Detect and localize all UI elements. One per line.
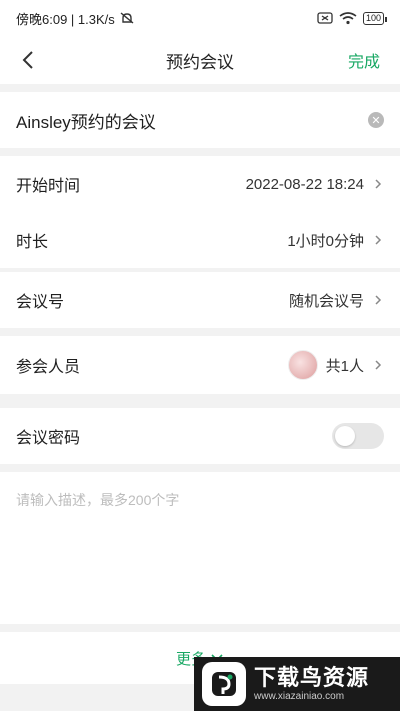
status-bar: 傍晚6:09 | 1.3K/s 100: [0, 0, 400, 36]
sim-x-icon: [317, 12, 333, 24]
duration-value: 1小时0分钟: [287, 232, 364, 250]
time-section: 开始时间 2022-08-22 18:24 时长 1小时0分钟: [0, 156, 400, 268]
meeting-id-value-wrap: 随机会议号: [289, 290, 384, 311]
password-section: 会议密码: [0, 408, 400, 464]
participants-count: 共1人: [325, 357, 364, 375]
start-time-row[interactable]: 开始时间 2022-08-22 18:24: [0, 156, 400, 212]
battery-icon: 100: [362, 11, 388, 25]
status-left: 傍晚6:09 | 1.3K/s: [16, 9, 135, 28]
start-time-value-wrap: 2022-08-22 18:24: [246, 176, 384, 193]
page-title: 预约会议: [166, 52, 234, 72]
chevron-right-icon: [375, 235, 382, 245]
meeting-name-section: Ainsley预约的会议 ✕: [0, 92, 400, 148]
meeting-id-label: 会议号: [16, 294, 65, 311]
wifi-icon: [339, 11, 357, 24]
meeting-id-section: 会议号 随机会议号: [0, 272, 400, 328]
password-row: 会议密码: [0, 408, 400, 464]
alarm-off-icon: [120, 12, 134, 24]
password-label: 会议密码: [16, 430, 81, 447]
start-time-value: 2022-08-22 18:24: [245, 175, 364, 193]
participants-label: 参会人员: [16, 359, 81, 376]
description-placeholder: 请输入描述，最多200个字: [16, 492, 180, 508]
start-time-label: 开始时间: [16, 178, 81, 195]
chevron-left-icon: [22, 51, 33, 69]
meeting-id-row[interactable]: 会议号 随机会议号: [0, 272, 400, 328]
participants-section: 参会人员 共1人: [0, 336, 400, 394]
toggle-knob: [335, 426, 355, 446]
meeting-id-value: 随机会议号: [288, 292, 364, 310]
watermark-url: www.xiazainiao.com: [254, 691, 345, 702]
duration-value-wrap: 1小时0分钟: [287, 230, 384, 251]
password-toggle[interactable]: [332, 423, 384, 449]
chevron-right-icon: [375, 295, 382, 305]
participants-value-wrap: 共1人: [287, 350, 384, 380]
duration-row[interactable]: 时长 1小时0分钟: [0, 212, 400, 268]
participants-row[interactable]: 参会人员 共1人: [0, 336, 400, 394]
status-right: 100: [317, 11, 388, 25]
header: 预约会议 完成: [0, 36, 400, 84]
chevron-right-icon: [375, 179, 382, 189]
watermark-title: 下载鸟资源: [254, 665, 370, 690]
status-time: 傍晚6:09 | 1.3K/s: [16, 11, 115, 27]
clear-icon[interactable]: ✕: [368, 112, 384, 128]
watermark-text: 下载鸟资源 www.xiazainiao.com: [254, 665, 369, 703]
meeting-name-input[interactable]: Ainsley预约的会议: [16, 108, 156, 133]
watermark: 下载鸟资源 www.xiazainiao.com: [194, 657, 400, 711]
duration-label: 时长: [16, 234, 49, 251]
chevron-right-icon: [375, 360, 382, 370]
done-button[interactable]: 完成: [348, 48, 380, 72]
back-button[interactable]: [12, 44, 44, 76]
meeting-name-field[interactable]: Ainsley预约的会议 ✕: [0, 92, 400, 148]
avatar: [287, 350, 318, 380]
description-field[interactable]: 请输入描述，最多200个字: [0, 472, 400, 624]
watermark-logo-icon: [202, 662, 246, 706]
